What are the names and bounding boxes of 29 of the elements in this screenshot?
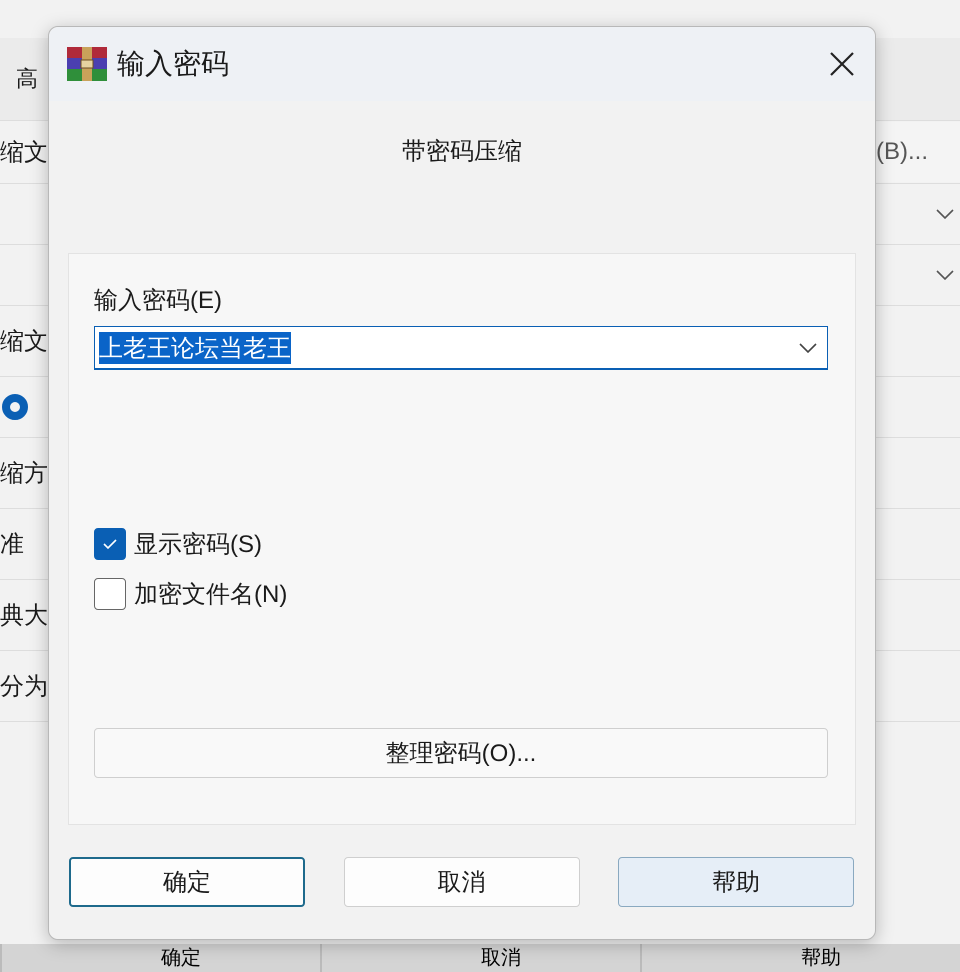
field-label: 典大 xyxy=(0,601,48,631)
checkbox[interactable] xyxy=(94,578,126,610)
password-field[interactable]: 上老王论坛当老王 xyxy=(94,326,828,370)
chevron-down-icon[interactable] xyxy=(799,342,817,352)
dialog-button[interactable]: 确定 xyxy=(0,944,320,972)
organize-button[interactable]: 整理密码(O)... xyxy=(94,728,828,778)
dialog-button[interactable]: 帮助 xyxy=(618,857,854,907)
dialog-subtitle: 带密码压缩 xyxy=(401,137,523,167)
checkbox[interactable] xyxy=(94,528,126,560)
chevron-down-icon[interactable] xyxy=(936,270,954,280)
tab[interactable]: 高 xyxy=(16,64,38,94)
dialog-button[interactable]: 取消 xyxy=(320,944,640,972)
close-icon[interactable] xyxy=(829,51,855,77)
dialog-button[interactable]: 帮助 xyxy=(640,944,960,972)
checkmark-icon xyxy=(102,538,118,550)
field-label: 缩方 xyxy=(0,459,48,489)
checkbox-label: 显示密码(S) xyxy=(134,530,262,560)
radio-button[interactable] xyxy=(2,394,28,420)
dialog-button[interactable]: 确定 xyxy=(69,857,305,907)
checkbox-label: 加密文件名(N) xyxy=(134,580,288,610)
chevron-down-icon[interactable] xyxy=(936,209,954,219)
dialog-button[interactable]: 取消 xyxy=(344,857,580,907)
window-title: 输入密码 xyxy=(117,47,229,81)
field-label: 输入密码(E) xyxy=(94,286,223,316)
archive-books-icon xyxy=(67,47,107,81)
field-label: 缩文 xyxy=(0,327,48,357)
field-label: 准 xyxy=(0,530,24,560)
field-label: 缩文 xyxy=(0,138,48,168)
field-label: 分为 xyxy=(0,672,48,702)
